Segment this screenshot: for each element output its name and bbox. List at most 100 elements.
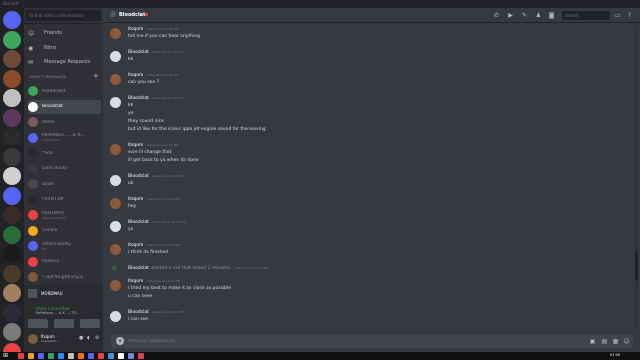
screen-share-button[interactable] xyxy=(54,319,74,328)
avatar[interactable] xyxy=(110,280,121,291)
message-author[interactable]: Bloodclat xyxy=(128,50,149,55)
server-icon[interactable] xyxy=(3,167,21,185)
taskbar-app-icon[interactable] xyxy=(108,353,114,359)
server-icon[interactable] xyxy=(3,303,21,322)
dm-search-input[interactable]: Find or start a conversation xyxy=(26,10,101,21)
avatar[interactable] xyxy=(110,74,121,85)
dm-item[interactable]: Dark Booty xyxy=(28,162,101,176)
message-author[interactable]: Bloodclat xyxy=(128,220,149,225)
taskbar-app-icon[interactable] xyxy=(138,353,144,359)
avatar[interactable] xyxy=(110,97,121,108)
avatar[interactable] xyxy=(110,221,121,232)
microphone-icon[interactable]: ● xyxy=(79,336,84,341)
taskbar-app-icon[interactable] xyxy=(38,353,44,359)
headphones-icon[interactable]: ◖ xyxy=(87,336,92,341)
message-author[interactable]: Bloodclat xyxy=(128,266,149,271)
server-icon[interactable] xyxy=(3,323,21,341)
message-author[interactable]: Bloodclat xyxy=(128,96,149,101)
server-icon[interactable] xyxy=(3,206,21,224)
message-author[interactable]: Itsqom xyxy=(128,279,143,284)
help-icon[interactable]: ? xyxy=(626,12,633,19)
emoji-icon[interactable]: ☺ xyxy=(623,338,630,345)
dm-item[interactable]: PePeRono, ... & K... 8 Members xyxy=(28,131,101,145)
message-author[interactable]: Bloodclat xyxy=(128,174,149,179)
inbox-icon[interactable]: ▭ xyxy=(614,12,621,19)
server-icon[interactable] xyxy=(3,245,21,263)
attach-icon[interactable]: + xyxy=(116,337,124,345)
plus-icon[interactable]: + xyxy=(93,72,99,80)
dm-item[interactable]: retard Booky PIT xyxy=(28,239,101,253)
profile-icon[interactable]: ◙ xyxy=(548,12,555,19)
start-icon[interactable]: ⊞ xyxy=(3,353,9,359)
voice-channel[interactable]: PePeRono ... & K... / TS... xyxy=(36,311,79,315)
taskbar-app-icon[interactable] xyxy=(78,353,84,359)
video-icon[interactable]: ▶ xyxy=(507,12,514,19)
avatar[interactable] xyxy=(110,51,121,62)
server-icon[interactable] xyxy=(3,284,21,302)
avatar[interactable] xyxy=(110,311,121,322)
server-icon[interactable] xyxy=(3,108,21,127)
avatar[interactable] xyxy=(110,198,121,209)
dm-item[interactable]: boise xyxy=(28,177,101,191)
dm-item[interactable]: ! »§©¥£ightning § xyxy=(28,270,101,284)
avatar[interactable] xyxy=(28,334,38,344)
server-icon[interactable] xyxy=(3,89,21,107)
phone-icon[interactable]: ✆ xyxy=(493,12,500,19)
message-author[interactable]: Itsqom xyxy=(128,143,143,148)
gif-icon[interactable]: ▤ xyxy=(601,338,608,345)
nav-message-requests[interactable]: ✉ Message Requests xyxy=(28,56,100,68)
taskbar-app-icon[interactable] xyxy=(48,353,54,359)
avatar[interactable] xyxy=(110,175,121,186)
avatar[interactable] xyxy=(110,244,121,255)
server-icon[interactable] xyxy=(3,69,21,88)
server-icon[interactable] xyxy=(3,264,21,283)
server-icon[interactable] xyxy=(3,225,21,244)
scrollbar[interactable] xyxy=(635,25,638,330)
message-text: ok xyxy=(128,181,134,186)
taskbar-app-icon[interactable] xyxy=(88,353,94,359)
taskbar-app-icon[interactable] xyxy=(118,353,124,359)
dm-item[interactable]: HiddenBot xyxy=(28,84,101,98)
avatar[interactable] xyxy=(110,28,121,39)
message-header: Itsqom Yesterday at 10:14 PM xyxy=(128,279,180,284)
server-icon[interactable] xyxy=(3,147,21,166)
taskbar-app-icon[interactable] xyxy=(98,353,104,359)
message-author[interactable]: Itsqom xyxy=(128,243,143,248)
nav-friends[interactable]: ☺ Friends xyxy=(28,27,100,39)
add-friend-icon[interactable]: ♟ xyxy=(535,12,542,19)
server-icon[interactable] xyxy=(3,128,21,146)
dm-item[interactable]: Cookie xyxy=(28,224,101,238)
sticker-icon[interactable]: ▦ xyxy=(612,338,619,345)
dm-item[interactable]: melle xyxy=(28,115,101,129)
message-author[interactable]: Itsqom xyxy=(128,73,143,78)
server-icon[interactable] xyxy=(3,186,21,205)
server-icon[interactable] xyxy=(3,50,21,68)
message-author[interactable]: Bloodclat xyxy=(128,310,149,315)
server-mini-bar[interactable]: MORDMAU xyxy=(24,287,103,301)
search-input[interactable]: Search xyxy=(562,11,610,20)
scrollbar-thumb[interactable] xyxy=(635,251,638,281)
server-list xyxy=(0,8,24,360)
gift-icon[interactable]: ▣ xyxy=(589,338,596,345)
gear-icon[interactable]: ⚙ xyxy=(95,336,100,341)
dm-item[interactable]: RoD18Pro Streaming Tiptil xyxy=(28,208,101,222)
message-input[interactable] xyxy=(128,336,568,347)
message-author[interactable]: Itsqom xyxy=(128,27,143,32)
pin-icon[interactable]: ✎ xyxy=(521,12,528,19)
server-icon[interactable] xyxy=(3,11,21,29)
activity-button[interactable] xyxy=(80,319,100,328)
taskbar-app-icon[interactable] xyxy=(18,353,24,359)
dm-item[interactable]: Bloodclat xyxy=(28,99,101,114)
avatar[interactable] xyxy=(110,144,121,155)
server-icon[interactable] xyxy=(3,30,21,49)
message-author[interactable]: Itsqom xyxy=(128,197,143,202)
taskbar-app-icon[interactable] xyxy=(28,353,34,359)
taskbar-app-icon[interactable] xyxy=(68,353,74,359)
taskbar-app-icon[interactable] xyxy=(128,353,134,359)
taskbar-app-icon[interactable] xyxy=(58,353,64,359)
video-button[interactable] xyxy=(28,319,48,328)
dm-item[interactable]: *Soo xyxy=(28,146,101,160)
nav-nitro[interactable]: ◉ Nitro xyxy=(28,42,100,54)
dm-item[interactable]: RoDevs xyxy=(28,255,101,269)
dm-item[interactable]: FR4NT3M xyxy=(28,193,101,207)
